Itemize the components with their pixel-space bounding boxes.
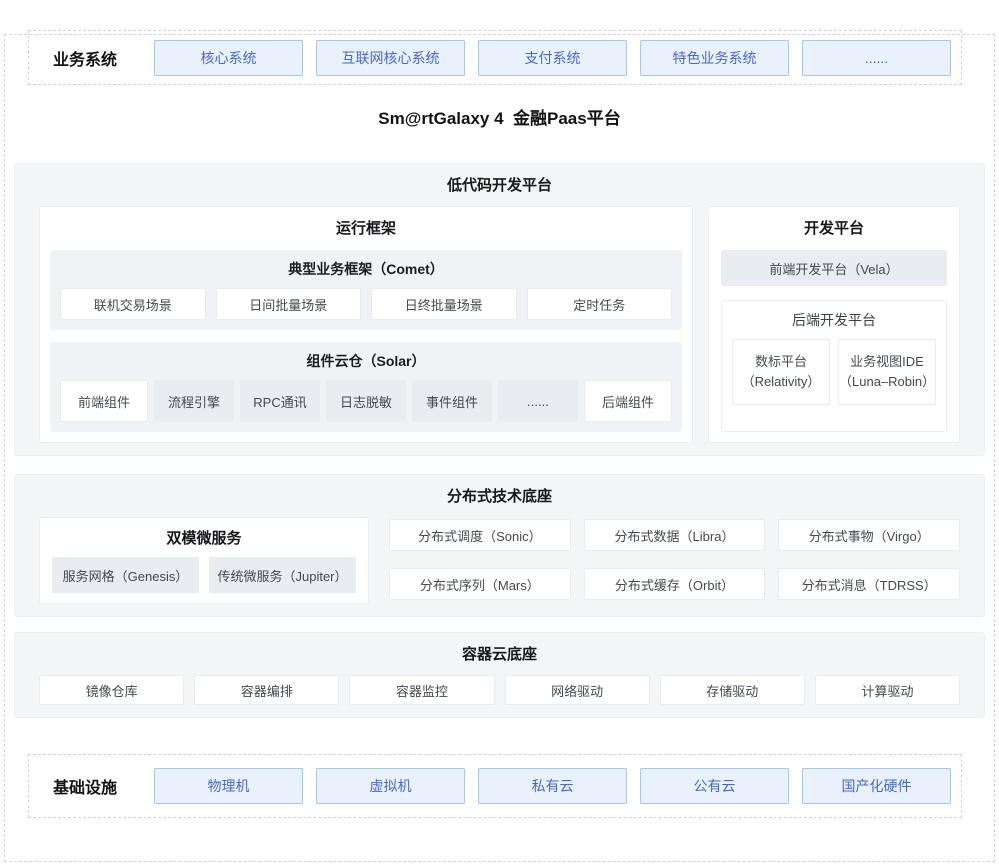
network-driver-item: 网络驱动 <box>505 675 650 705</box>
comet-item-eod-batch: 日终批量场景 <box>371 288 517 320</box>
solar-component-warehouse-box: 组件云仓（Solar） 前端组件 流程引擎 RPC通讯 日志脱敏 事件组件 ..… <box>50 342 682 432</box>
solar-frontend-component: 前端组件 <box>60 380 148 422</box>
distributed-tech-base-section: 分布式技术底座 双模微服务 服务网格（Genesis） 传统微服务（Jupite… <box>14 474 985 617</box>
comet-item-scheduled-task: 定时任务 <box>527 288 673 320</box>
backend-dev-platform-title: 后端开发平台 <box>732 309 936 339</box>
business-system-payment-button[interactable]: 支付系统 <box>478 40 627 76</box>
page-title: Sm@rtGalaxy 4 金融Paas平台 <box>0 107 999 131</box>
infra-public-cloud-button[interactable]: 公有云 <box>640 768 789 804</box>
comet-framework-box: 典型业务框架（Comet） 联机交易场景 日间批量场景 日终批量场景 定时任务 <box>50 250 682 330</box>
infra-virtual-machine-button[interactable]: 虚拟机 <box>316 768 465 804</box>
infra-private-cloud-button[interactable]: 私有云 <box>478 768 627 804</box>
infra-physical-machine-button[interactable]: 物理机 <box>154 768 303 804</box>
relativity-codename: （Relativity） <box>742 372 821 392</box>
image-registry-item: 镜像仓库 <box>39 675 184 705</box>
solar-chip-rpc: RPC通讯 <box>240 380 320 422</box>
distributed-cache-orbit: 分布式缓存（Orbit） <box>584 568 766 600</box>
business-system-core-button[interactable]: 核心系统 <box>154 40 303 76</box>
distributed-data-libra: 分布式数据（Libra） <box>584 519 766 551</box>
relativity-name: 数标平台 <box>755 352 807 372</box>
solar-chip-more: ...... <box>498 380 578 422</box>
dev-platform-box: 开发平台 前端开发平台（Vela） 后端开发平台 数标平台 （Relativit… <box>708 206 960 443</box>
solar-chip-log-masking: 日志脱敏 <box>326 380 406 422</box>
solar-warehouse-title: 组件云仓（Solar） <box>60 350 672 380</box>
distributed-scheduling-sonic: 分布式调度（Sonic） <box>389 519 571 551</box>
infra-domestic-hardware-button[interactable]: 国产化硬件 <box>802 768 951 804</box>
solar-backend-component: 后端组件 <box>584 380 672 422</box>
distributed-tech-base-title: 分布式技术底座 <box>39 485 960 509</box>
business-system-special-button[interactable]: 特色业务系统 <box>640 40 789 76</box>
container-orchestration-item: 容器编排 <box>194 675 339 705</box>
relativity-platform-item: 数标平台 （Relativity） <box>732 339 830 405</box>
business-system-more-button[interactable]: ...... <box>802 40 951 76</box>
storage-driver-item: 存储驱动 <box>660 675 805 705</box>
luna-robin-codename: （Luna–Robin） <box>839 372 935 392</box>
solar-chip-event-component: 事件组件 <box>412 380 492 422</box>
dual-mode-title: 双模微服务 <box>52 518 356 557</box>
container-monitoring-item: 容器监控 <box>349 675 494 705</box>
compute-driver-item: 计算驱动 <box>815 675 960 705</box>
low-code-platform-title: 低代码开发平台 <box>39 174 960 198</box>
service-mesh-genesis-chip: 服务网格（Genesis） <box>52 557 199 593</box>
backend-dev-platform-box: 后端开发平台 数标平台 （Relativity） 业务视图IDE （Luna–R… <box>721 300 947 432</box>
frontend-dev-platform-vela: 前端开发平台（Vela） <box>721 250 947 286</box>
infrastructure-band: 基础设施 物理机 虚拟机 私有云 公有云 国产化硬件 <box>28 754 962 818</box>
container-cloud-base-title: 容器云底座 <box>39 643 960 667</box>
dual-mode-microservice-box: 双模微服务 服务网格（Genesis） 传统微服务（Jupiter） <box>39 517 369 604</box>
business-systems-band: 业务系统 核心系统 互联网核心系统 支付系统 特色业务系统 ...... <box>28 30 962 85</box>
comet-framework-title: 典型业务框架（Comet） <box>60 258 672 288</box>
traditional-microservice-jupiter-chip: 传统微服务（Jupiter） <box>209 557 356 593</box>
runtime-framework-box: 运行框架 典型业务框架（Comet） 联机交易场景 日间批量场景 日终批量场景 … <box>39 206 693 443</box>
distributed-message-tdrss: 分布式消息（TDRSS） <box>778 568 960 600</box>
runtime-framework-title: 运行框架 <box>50 207 682 250</box>
luna-robin-ide-item: 业务视图IDE （Luna–Robin） <box>838 339 936 405</box>
distributed-sequence-mars: 分布式序列（Mars） <box>389 568 571 600</box>
business-systems-label: 业务系统 <box>29 46 141 70</box>
dev-platform-title: 开发平台 <box>721 207 947 250</box>
comet-item-online-trading: 联机交易场景 <box>60 288 206 320</box>
business-system-internet-core-button[interactable]: 互联网核心系统 <box>316 40 465 76</box>
container-cloud-base-section: 容器云底座 镜像仓库 容器编排 容器监控 网络驱动 存储驱动 计算驱动 <box>14 632 985 718</box>
luna-robin-name: 业务视图IDE <box>850 352 924 372</box>
distributed-transaction-virgo: 分布式事物（Virgo） <box>778 519 960 551</box>
comet-item-intraday-batch: 日间批量场景 <box>216 288 362 320</box>
solar-chip-process-engine: 流程引擎 <box>154 380 234 422</box>
low-code-platform-section: 低代码开发平台 运行框架 典型业务框架（Comet） 联机交易场景 日间批量场景… <box>14 163 985 456</box>
infrastructure-label: 基础设施 <box>29 774 141 798</box>
